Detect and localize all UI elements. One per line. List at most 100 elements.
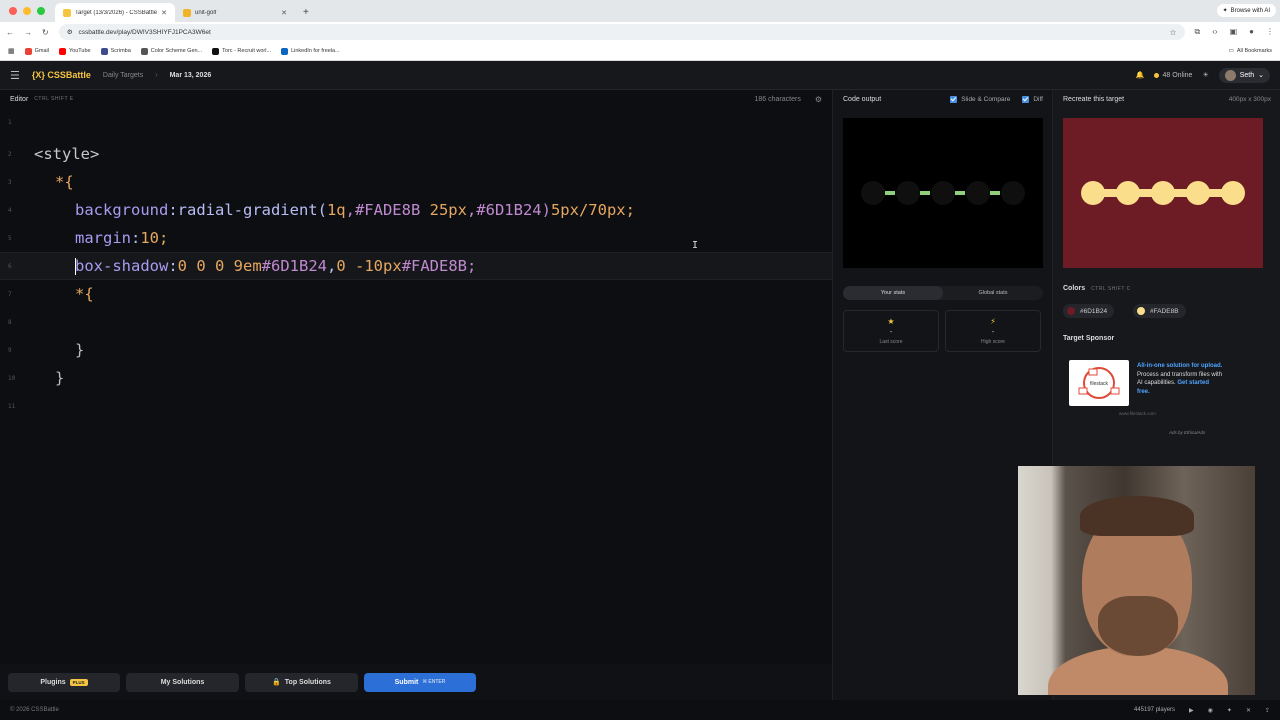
code-output-preview[interactable] bbox=[843, 118, 1043, 268]
output-dash bbox=[990, 191, 1000, 195]
color-swatch-yellow[interactable]: #FADE8B bbox=[1133, 304, 1186, 318]
line-number: 7 bbox=[8, 290, 12, 298]
maximize-window-button[interactable] bbox=[37, 7, 45, 15]
code-editor[interactable]: 1 2 <style> 3 *{ 4 background:radial-gra… bbox=[0, 108, 832, 664]
apps-grid-icon[interactable]: ▦ bbox=[8, 47, 15, 55]
forward-icon[interactable]: → bbox=[24, 28, 32, 37]
bluesky-icon[interactable]: ✦ bbox=[1227, 707, 1232, 714]
extension-icon[interactable]: ⧉ bbox=[1195, 27, 1201, 37]
diff-toggle[interactable]: Diff bbox=[1022, 95, 1043, 103]
code-line[interactable]: 2 <style> bbox=[0, 140, 832, 168]
address-bar[interactable]: ⚙ cssbattle.dev/play/DWIV3SHIYFJ1PCA3W6e… bbox=[58, 24, 1185, 40]
close-tab-icon[interactable]: ✕ bbox=[161, 9, 167, 17]
new-tab-button[interactable]: + bbox=[295, 7, 317, 22]
hamburger-menu-icon[interactable]: ☰ bbox=[10, 69, 20, 82]
code-line[interactable]: 5 margin:10; bbox=[0, 224, 832, 252]
profile-icon[interactable]: ● bbox=[1249, 27, 1254, 37]
bookmark-torc[interactable]: Torc - Recruit worl... bbox=[212, 47, 271, 55]
extensions-area: ⧉ ‹› ▣ ● ⋮ bbox=[1195, 27, 1274, 37]
output-title: Code output bbox=[843, 95, 882, 103]
cssbattle-logo[interactable]: {X} CSSBattle bbox=[32, 70, 91, 80]
x-twitter-icon[interactable]: ✕ bbox=[1246, 707, 1251, 714]
plugins-button[interactable]: Plugins PLUS bbox=[8, 672, 120, 692]
site-info-icon[interactable]: ⚙ bbox=[67, 28, 73, 36]
bookmark-linkedin[interactable]: LinkedIn for freela... bbox=[281, 47, 340, 55]
share-icon[interactable]: ⇪ bbox=[1265, 707, 1270, 714]
back-icon[interactable]: ← bbox=[6, 28, 14, 37]
last-score-label: Last score bbox=[879, 339, 903, 345]
target-header: Recreate this target 400px x 300px bbox=[1053, 90, 1280, 108]
browse-with-ai-button[interactable]: ✦ Browse with AI bbox=[1216, 4, 1276, 17]
ads-by-ethicalads[interactable]: Ads by EthicalAds bbox=[1169, 430, 1205, 435]
bookmark-scrimba[interactable]: Scrimba bbox=[100, 47, 131, 55]
all-bookmarks-button[interactable]: ▭ All Bookmarks bbox=[1229, 48, 1272, 54]
discord-icon[interactable]: ◉ bbox=[1208, 707, 1213, 714]
code-text: *{ bbox=[55, 173, 74, 191]
high-score-value: - bbox=[991, 329, 995, 336]
target-image[interactable] bbox=[1063, 118, 1263, 268]
sponsor-image[interactable]: filestack bbox=[1069, 360, 1129, 406]
browser-tab-cssbattle[interactable]: Target (13/3/2026) - CSSBattle ✕ bbox=[55, 3, 175, 22]
css-color: ,#6D1B24) bbox=[466, 201, 551, 219]
folder-icon: ▭ bbox=[1228, 48, 1234, 54]
line-number: 11 bbox=[8, 402, 16, 410]
output-dot bbox=[861, 181, 885, 205]
browse-ai-label: Browse with AI bbox=[1230, 7, 1270, 14]
top-solutions-label: Top Solutions bbox=[284, 678, 331, 686]
target-bead bbox=[1221, 181, 1245, 205]
reload-icon[interactable]: ↻ bbox=[42, 28, 49, 37]
code-line[interactable]: 3 *{ bbox=[0, 168, 832, 196]
line-number: 4 bbox=[8, 206, 12, 214]
sponsor-ad[interactable]: filestack All-in-one solution for upload… bbox=[1069, 360, 1222, 416]
code-line[interactable]: 8 bbox=[0, 308, 832, 336]
window-controls bbox=[0, 7, 55, 22]
browser-tab-unit-golf[interactable]: unit-golf ✕ bbox=[175, 3, 295, 22]
last-score-value: - bbox=[889, 329, 893, 336]
minimize-window-button[interactable] bbox=[23, 7, 31, 15]
css-color: #6D1B24 bbox=[261, 257, 327, 275]
bookmark-color-scheme[interactable]: Color Scheme Gen... bbox=[140, 47, 202, 55]
my-solutions-button[interactable]: My Solutions bbox=[126, 672, 239, 692]
css-punctuation: ; bbox=[625, 201, 635, 219]
theme-toggle-sun-icon[interactable]: ☀ bbox=[1202, 71, 1208, 79]
code-line[interactable]: 1 bbox=[0, 108, 832, 136]
diff-checkbox[interactable] bbox=[1022, 95, 1030, 103]
code-line[interactable]: 9 } bbox=[0, 336, 832, 364]
bookmark-gmail[interactable]: Gmail bbox=[24, 47, 49, 55]
online-count: 48 Online bbox=[1154, 72, 1192, 79]
color-swatch-maroon[interactable]: #6D1B24 bbox=[1063, 304, 1115, 318]
code-line[interactable]: 10 } bbox=[0, 364, 832, 392]
app-header: ☰ {X} CSSBattle Daily Targets › Mar 13, … bbox=[0, 61, 1280, 90]
tab-global-stats[interactable]: Global stats bbox=[943, 286, 1043, 300]
close-window-button[interactable] bbox=[9, 7, 17, 15]
bookmark-star-icon[interactable]: ☆ bbox=[1169, 28, 1176, 37]
sponsor-headline[interactable]: All-in-one solution for upload. bbox=[1137, 363, 1222, 369]
breadcrumb-daily-targets[interactable]: Daily Targets bbox=[103, 72, 143, 79]
top-solutions-button[interactable]: 🔒 Top Solutions bbox=[245, 672, 358, 692]
css-punctuation: ; bbox=[159, 229, 169, 247]
close-tab-icon[interactable]: ✕ bbox=[281, 9, 287, 17]
css-value: :radial-gradient( bbox=[168, 201, 327, 219]
youtube-icon[interactable]: ▶ bbox=[1189, 707, 1194, 714]
color-hex: #FADE8B bbox=[1150, 307, 1179, 315]
tab-your-stats[interactable]: Your stats bbox=[843, 286, 943, 300]
slide-compare-toggle[interactable]: Slide & Compare bbox=[950, 95, 1010, 103]
code-line[interactable]: 4 background:radial-gradient(1q,#FADE8B … bbox=[0, 196, 832, 224]
code-line[interactable]: 11 bbox=[0, 392, 832, 420]
editor-settings-gear-icon[interactable]: ⚙ bbox=[815, 95, 822, 104]
submit-button[interactable]: Submit ⌘ ENTER bbox=[364, 672, 476, 692]
code-icon[interactable]: ‹› bbox=[1212, 27, 1217, 37]
code-text: <style> bbox=[34, 145, 100, 163]
code-line[interactable]: 7 *{ bbox=[0, 280, 832, 308]
header-right: 🔔 48 Online ☀ Seth ⌄ bbox=[1136, 67, 1270, 83]
css-property: background bbox=[75, 201, 169, 219]
bookmark-youtube[interactable]: YouTube bbox=[59, 47, 91, 55]
user-menu[interactable]: Seth ⌄ bbox=[1218, 67, 1270, 83]
slide-compare-checkbox[interactable] bbox=[950, 95, 958, 103]
sidepanel-icon[interactable]: ▣ bbox=[1230, 27, 1238, 37]
kebab-menu-icon[interactable]: ⋮ bbox=[1266, 27, 1274, 37]
notifications-bell-icon[interactable]: 🔔 bbox=[1136, 71, 1145, 79]
sponsor-title: Target Sponsor bbox=[1063, 335, 1115, 342]
code-line-current[interactable]: 6 box-shadow:0 0 0 9em#6D1B24,0 -10px#FA… bbox=[0, 252, 832, 280]
sponsor-url[interactable]: www.filestack.com bbox=[1119, 411, 1156, 416]
